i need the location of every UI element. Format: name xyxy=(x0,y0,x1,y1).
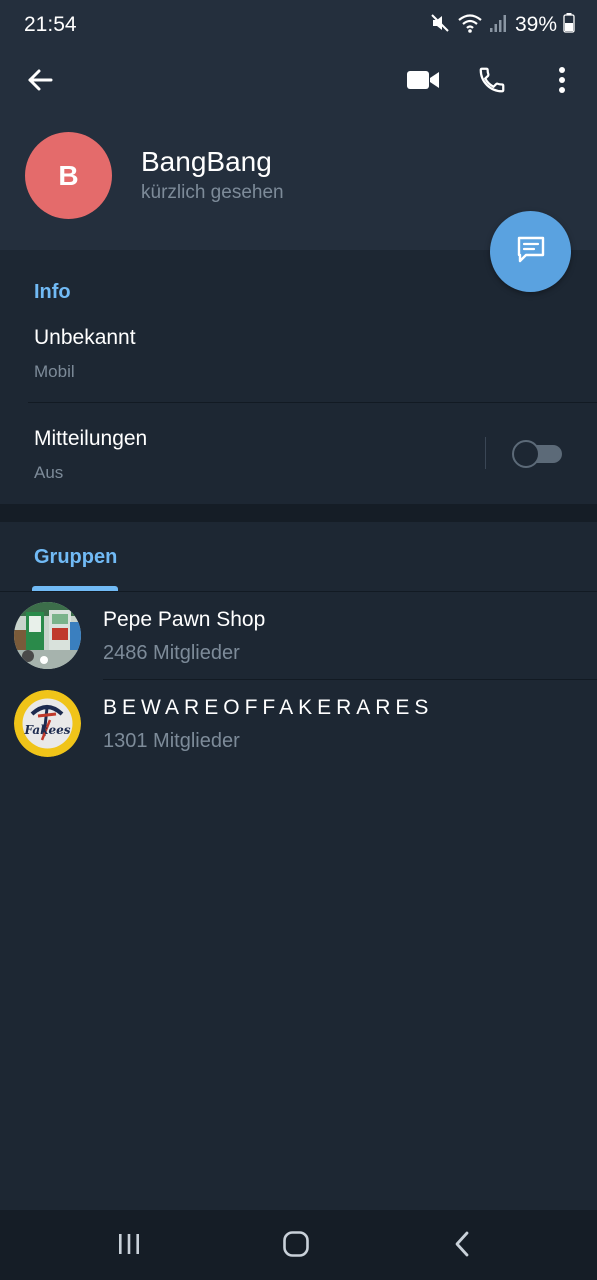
system-back-button[interactable] xyxy=(438,1226,488,1266)
more-options-button[interactable] xyxy=(546,64,578,100)
toggle-knob xyxy=(512,440,540,468)
voice-call-button[interactable] xyxy=(472,64,512,100)
phone-value: Unbekannt xyxy=(34,326,136,349)
send-message-button[interactable] xyxy=(490,211,571,292)
shared-media-tabs: Gruppen xyxy=(0,522,597,592)
status-icons: 39% xyxy=(429,12,575,38)
avatar-letter: B xyxy=(58,159,79,191)
group-avatar-bewareoffakerares: Fakees xyxy=(14,690,81,757)
avatar[interactable]: B xyxy=(25,132,112,219)
group-member-count: 2486 Mitglieder xyxy=(103,642,240,664)
info-section-title: Info xyxy=(34,281,71,303)
battery-icon xyxy=(563,12,575,39)
group-member-count: 1301 Mitglieder xyxy=(103,730,240,752)
home-button[interactable] xyxy=(271,1226,321,1266)
home-icon xyxy=(281,1229,311,1264)
vertical-separator xyxy=(485,437,486,469)
phone-row[interactable]: Unbekannt Mobil xyxy=(0,312,597,402)
notifications-toggle[interactable] xyxy=(512,440,562,468)
mute-icon xyxy=(429,12,451,39)
tab-indicator xyxy=(32,586,118,591)
battery-percent: 39% xyxy=(514,13,557,36)
notifications-value: Aus xyxy=(34,463,64,482)
system-navigation-bar xyxy=(0,1210,597,1280)
group-avatar-pepe-pawn-shop xyxy=(14,602,81,669)
wifi-icon xyxy=(457,12,483,39)
status-bar: 21:54 39% xyxy=(0,0,597,50)
group-avatar-logo-text: Fakees xyxy=(24,723,71,737)
phone-icon xyxy=(477,65,507,100)
last-seen-status: kürzlich gesehen xyxy=(141,182,284,203)
recent-apps-button[interactable] xyxy=(104,1226,154,1266)
notifications-title: Mitteilungen xyxy=(34,427,148,450)
back-icon xyxy=(452,1230,474,1263)
signal-icon xyxy=(489,12,507,39)
message-icon xyxy=(514,232,548,271)
phone-label: Mobil xyxy=(34,362,75,381)
tab-groups[interactable]: Gruppen xyxy=(34,546,117,569)
more-vertical-icon xyxy=(558,66,566,99)
video-camera-icon xyxy=(406,68,440,97)
notifications-row[interactable]: Mitteilungen Aus xyxy=(0,403,480,503)
profile-name: BangBang xyxy=(141,146,272,177)
info-section: Info Unbekannt Mobil Mitteilungen Aus xyxy=(0,252,597,504)
group-name: Pepe Pawn Shop xyxy=(103,608,266,631)
group-item-bewareoffakerares[interactable]: Fakees BEWAREOFFAKERARES 1301 Mitglieder xyxy=(0,680,597,768)
video-call-button[interactable] xyxy=(401,64,445,100)
group-name: BEWAREOFFAKERARES xyxy=(103,696,434,719)
back-arrow-icon xyxy=(26,66,54,99)
back-button[interactable] xyxy=(20,64,60,100)
section-gap xyxy=(0,504,597,522)
group-item-pepe-pawn-shop[interactable]: Pepe Pawn Shop 2486 Mitglieder xyxy=(0,592,597,680)
status-time: 21:54 xyxy=(24,13,77,36)
recent-apps-icon xyxy=(116,1231,142,1262)
